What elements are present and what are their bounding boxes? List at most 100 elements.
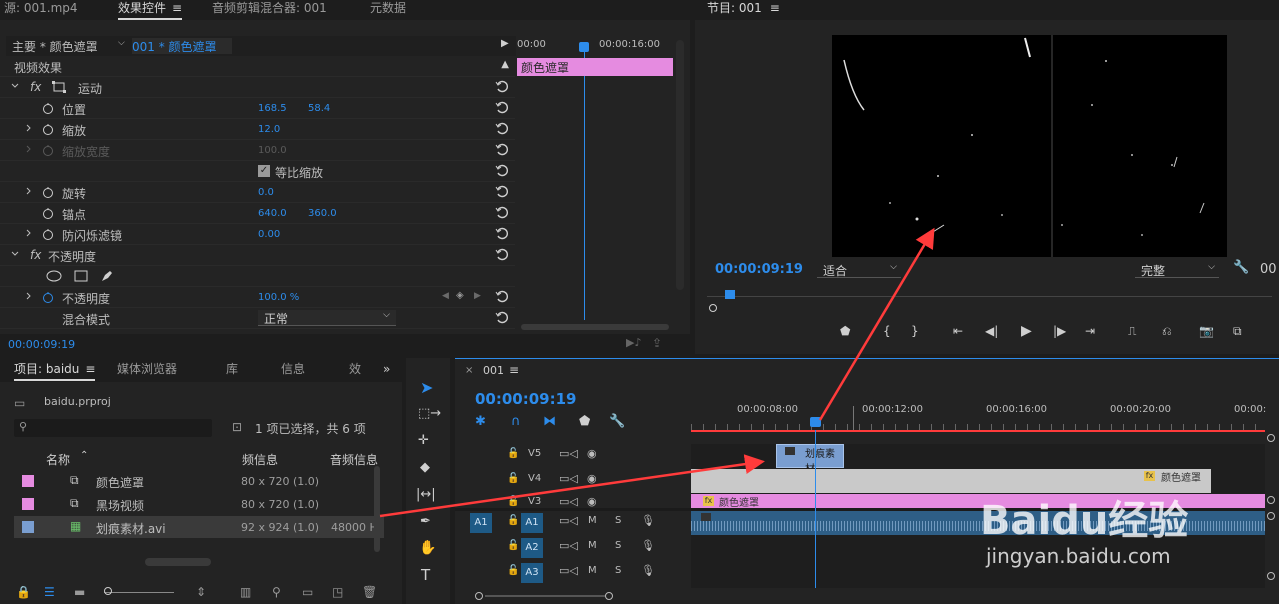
- reset-icon[interactable]: [495, 79, 509, 93]
- menu-icon[interactable]: ≡: [172, 1, 182, 15]
- position-x[interactable]: 168.5: [258, 103, 287, 114]
- eye-icon[interactable]: ◉: [587, 495, 597, 508]
- scroll-handle-bottom[interactable]: [1267, 572, 1275, 580]
- play-icon[interactable]: ▶: [1021, 323, 1032, 339]
- solo-button[interactable]: S: [615, 515, 621, 526]
- film-icon[interactable]: ▭◁: [559, 539, 578, 552]
- zoom-slider-handle[interactable]: [104, 587, 112, 595]
- time-ruler[interactable]: 00:00:08:00 00:00:12:00 00:00:16:00 00:0…: [691, 398, 1266, 434]
- reset-icon[interactable]: [495, 163, 509, 177]
- reset-icon[interactable]: [495, 142, 509, 156]
- compare-icon[interactable]: ⧉: [1233, 324, 1242, 339]
- antiflicker-value[interactable]: 0.00: [258, 229, 280, 240]
- lock-icon[interactable]: 🔒: [16, 585, 31, 599]
- play-audio-icon[interactable]: ▶♪: [626, 336, 641, 349]
- mute-button[interactable]: M: [588, 565, 597, 576]
- column-name-header[interactable]: 名称: [46, 451, 70, 468]
- eye-icon[interactable]: ◉: [587, 472, 597, 485]
- sort-up-icon[interactable]: ⌃: [80, 450, 88, 461]
- video-preview[interactable]: [832, 35, 1227, 257]
- mark-in-icon[interactable]: {: [883, 324, 891, 338]
- scroll-handle-mid2[interactable]: [1267, 512, 1275, 520]
- tab-program[interactable]: 节目: 001 ≡: [707, 0, 780, 20]
- scroll-bar[interactable]: [485, 595, 605, 597]
- chevron-right-icon[interactable]: [24, 123, 34, 133]
- list-item-selected[interactable]: ▦ 划痕素材.avi 92 x 924 (1.0) 48000 H: [14, 516, 384, 538]
- step-forward-icon[interactable]: |▶: [1053, 324, 1066, 338]
- lock-icon[interactable]: 🔓: [507, 448, 519, 459]
- trash-icon[interactable]: 🗑: [362, 585, 377, 599]
- tab-media-browser[interactable]: 媒体浏览器: [117, 361, 177, 381]
- project-vscroll[interactable]: [374, 466, 380, 552]
- tab-effects[interactable]: 效: [349, 361, 361, 381]
- vertical-scrollbar[interactable]: [676, 40, 684, 290]
- track-target-a1[interactable]: A1: [521, 513, 543, 533]
- new-item-icon[interactable]: ◳: [332, 585, 343, 599]
- blend-mode-select[interactable]: 正常 ⌵: [258, 310, 396, 326]
- anchor-y[interactable]: 360.0: [308, 208, 337, 219]
- tab-info[interactable]: 信息: [281, 361, 305, 381]
- list-item[interactable]: ⧉ 黑场视频 80 x 720 (1.0): [14, 493, 384, 515]
- film-icon[interactable]: ▭◁: [559, 447, 578, 460]
- keyframe-add-icon[interactable]: ◈: [456, 290, 464, 301]
- stopwatch-icon[interactable]: [42, 207, 54, 219]
- chevron-down-icon[interactable]: [10, 81, 20, 91]
- label-color-swatch[interactable]: [22, 498, 34, 510]
- fit-select[interactable]: 适合 ⌵: [817, 262, 901, 278]
- reset-icon[interactable]: [495, 100, 509, 114]
- timeline-tab[interactable]: 001: [483, 364, 504, 377]
- find-icon[interactable]: ⚲: [272, 585, 281, 599]
- list-view-icon[interactable]: ☰: [44, 585, 55, 599]
- column-video-header[interactable]: 频信息: [242, 451, 278, 468]
- tab-audio-mixer[interactable]: 音频剪辑混合器: 001: [212, 0, 327, 20]
- selection-tool-icon[interactable]: ➤: [420, 378, 433, 397]
- new-bin-icon[interactable]: ▭: [302, 585, 313, 599]
- keyframe-next-icon[interactable]: ▶: [474, 291, 481, 301]
- solo-button[interactable]: S: [615, 565, 621, 576]
- lock-icon[interactable]: 🔓: [507, 565, 519, 576]
- clip-v5-scratch[interactable]: 划痕素材: [776, 444, 844, 475]
- source-patch-a1[interactable]: A1: [470, 513, 492, 533]
- reset-icon[interactable]: [495, 289, 509, 303]
- mini-clip-bar[interactable]: 颜色遮罩: [517, 58, 673, 76]
- new-bin-from-search-icon[interactable]: ⊡: [232, 420, 242, 434]
- stopwatch-icon[interactable]: [42, 123, 54, 135]
- transform-icon[interactable]: [52, 81, 66, 93]
- add-marker-icon[interactable]: ⬟: [579, 414, 590, 429]
- icon-view-icon[interactable]: ▬: [74, 585, 85, 599]
- effect-timecode[interactable]: 00:00:09:19: [8, 338, 75, 351]
- reset-icon[interactable]: [495, 121, 509, 135]
- stopwatch-icon[interactable]: [42, 186, 54, 198]
- nest-icon[interactable]: ✱: [475, 414, 486, 429]
- microphone-icon[interactable]: 🎙: [641, 539, 655, 552]
- collapse-up-icon[interactable]: ▲: [501, 59, 509, 70]
- chevron-right-icon[interactable]: [24, 291, 34, 301]
- snap-icon[interactable]: ∩: [511, 414, 521, 429]
- ellipse-mask-icon[interactable]: [46, 270, 62, 282]
- list-item[interactable]: ⧉ 颜色遮罩 80 x 720 (1.0): [14, 470, 384, 492]
- reset-icon[interactable]: [495, 310, 509, 324]
- reset-icon[interactable]: [495, 247, 509, 261]
- scale-value[interactable]: 12.0: [258, 124, 280, 135]
- microphone-icon[interactable]: 🎙: [641, 514, 655, 527]
- program-timecode[interactable]: 00:00:09:19: [715, 262, 803, 277]
- film-icon[interactable]: ▭◁: [559, 495, 578, 508]
- mini-scrollbar[interactable]: [521, 324, 669, 330]
- film-icon[interactable]: ▭◁: [559, 514, 578, 527]
- menu-icon[interactable]: ≡: [85, 362, 95, 376]
- effect-motion[interactable]: fx 运动: [0, 77, 515, 98]
- track-select-tool-icon[interactable]: ⬚→: [418, 406, 441, 421]
- label-color-swatch[interactable]: [22, 475, 34, 487]
- tab-metadata[interactable]: 元数据: [370, 0, 406, 20]
- zoom-handle-right[interactable]: [605, 592, 613, 600]
- wrench-icon[interactable]: 🔧: [1233, 260, 1249, 275]
- export-icon[interactable]: ⇪: [652, 336, 662, 350]
- zoom-handle[interactable]: [709, 304, 717, 312]
- rectangle-mask-icon[interactable]: [74, 270, 88, 282]
- lock-icon[interactable]: 🔓: [507, 540, 519, 551]
- chevron-right-icon[interactable]: [24, 186, 34, 196]
- reset-icon[interactable]: [495, 205, 509, 219]
- project-search-input[interactable]: ⚲: [14, 419, 212, 437]
- tab-project[interactable]: 项目: baidu ≡: [14, 361, 96, 381]
- reset-icon[interactable]: [495, 184, 509, 198]
